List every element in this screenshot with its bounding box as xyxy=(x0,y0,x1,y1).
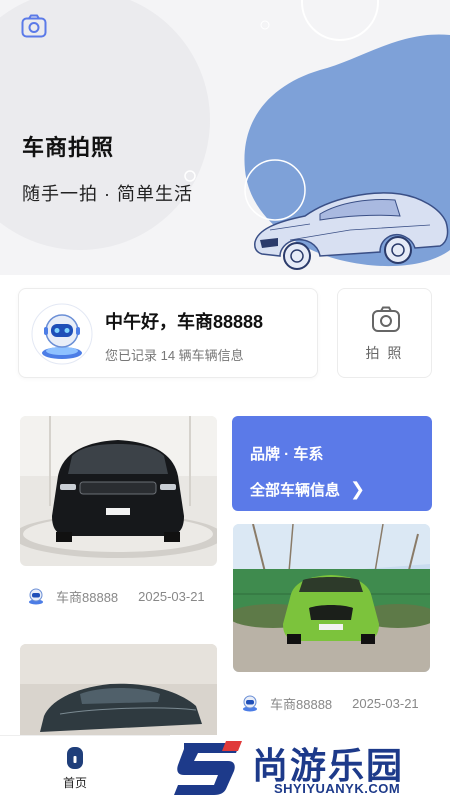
sports-car-sketch xyxy=(254,192,449,270)
hero-banner: 车商拍照 随手一拍 · 简单生活 xyxy=(0,0,450,275)
camera-icon xyxy=(372,306,400,332)
robot-avatar-small xyxy=(29,588,43,605)
chevron-right-icon: ❯ xyxy=(350,479,366,499)
all-vehicles-link[interactable]: 全部车辆信息 ❯ xyxy=(250,479,365,500)
hero-subtitle: 随手一拍 · 简单生活 xyxy=(22,184,193,204)
record-date: 2025-03-21 xyxy=(352,695,419,711)
dark-sedan-image xyxy=(20,644,217,744)
green-suv-image xyxy=(233,524,430,672)
site-watermark: 尚游乐园 SHYIYUANYK.COM xyxy=(170,735,450,800)
record-count-text: 您已记录 14 辆车辆信息 xyxy=(105,348,244,363)
hero-title: 车商拍照 xyxy=(22,135,115,160)
dealer-name: 车商88888 xyxy=(270,696,333,712)
all-vehicles-label: 全部车辆信息 xyxy=(250,482,341,499)
dealer-name: 车商88888 xyxy=(56,589,119,605)
greeting-card: 中午好，车商88888 您已记录 14 辆车辆信息 xyxy=(18,288,318,378)
camera-icon[interactable] xyxy=(20,12,48,40)
home-tab-icon xyxy=(67,747,83,769)
brand-series-card[interactable]: 品牌 · 车系 全部车辆信息 ❯ xyxy=(232,416,432,511)
brand-series-title: 品牌 · 车系 xyxy=(250,446,324,463)
watermark-logo xyxy=(174,741,242,795)
robot-avatar-small xyxy=(243,695,257,712)
record-date: 2025-03-21 xyxy=(138,588,205,604)
car-photo-dark-sedan[interactable] xyxy=(20,644,217,744)
greeting-title: 中午好，车商88888 xyxy=(105,312,264,332)
tab-home-label: 首页 xyxy=(62,776,87,790)
watermark-url-text: SHYIYUANYK.COM xyxy=(274,781,401,796)
car-meta-row: 车商88888 2025-03-21 xyxy=(26,585,205,607)
tab-home[interactable]: 首页 xyxy=(55,746,95,796)
black-suv-image xyxy=(20,416,217,566)
car-photo-green-suv[interactable] xyxy=(233,524,430,672)
robot-avatar xyxy=(31,303,93,365)
car-photo-black-suv[interactable] xyxy=(20,416,217,566)
car-meta-row: 车商88888 2025-03-21 xyxy=(240,692,419,714)
take-photo-label: 拍 照 xyxy=(365,345,404,361)
take-photo-button[interactable]: 拍 照 xyxy=(337,288,432,378)
